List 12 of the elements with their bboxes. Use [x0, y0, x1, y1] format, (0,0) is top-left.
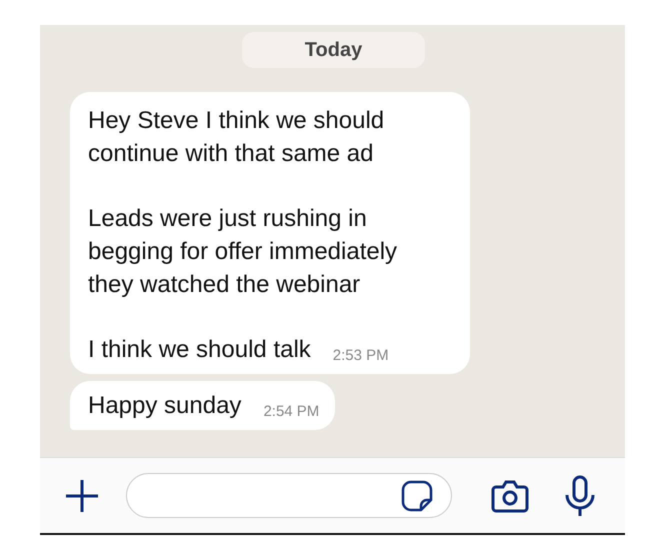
- message-text: Hey Steve I think we should continue with that same ad: [88, 106, 386, 169]
- date-badge: Today: [242, 32, 425, 68]
- message-text: Happy sunday: [88, 391, 242, 421]
- plus-icon[interactable]: [64, 478, 100, 514]
- microphone-icon[interactable]: [564, 474, 596, 516]
- message-time: 2:54 PM: [263, 403, 320, 420]
- message-text: Leads were just rushing in begging for offer immediately they watched the webinar: [88, 204, 398, 300]
- message-input-field[interactable]: [126, 473, 452, 518]
- message-time: 2:53 PM: [332, 347, 389, 364]
- sticker-icon[interactable]: [401, 480, 433, 512]
- camera-icon[interactable]: [490, 478, 530, 514]
- message-text: I think we should talk: [88, 335, 311, 365]
